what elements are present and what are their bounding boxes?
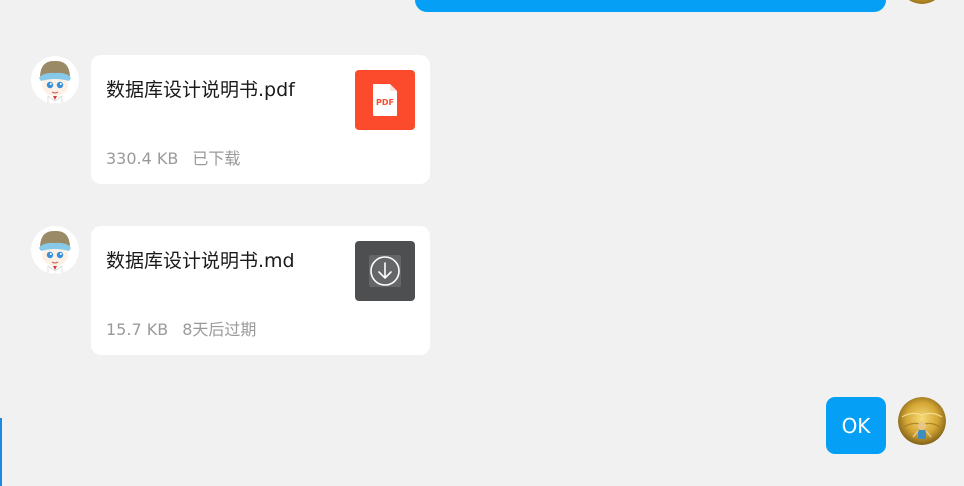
file-name: 数据库设计说明书.md — [106, 250, 295, 272]
file-message-card[interactable]: 数据库设计说明书.pdf 330.4 KB 已下载 PDF — [91, 55, 430, 184]
window-edge-accent — [0, 418, 2, 486]
file-meta: 15.7 KB 8天后过期 — [106, 316, 256, 340]
pdf-file-icon[interactable]: PDF — [355, 70, 415, 130]
file-status: 8天后过期 — [182, 320, 257, 339]
message-text: OK — [841, 413, 871, 438]
file-meta: 330.4 KB 已下载 — [106, 145, 240, 169]
sent-message-bubble-partial[interactable] — [415, 0, 886, 12]
file-size: 15.7 KB — [106, 320, 169, 339]
sent-message-bubble[interactable]: OK — [826, 397, 886, 454]
chat-message-area[interactable]: 数据库设计说明书.pdf 330.4 KB 已下载 PDF 数据库设计说明书.m… — [0, 0, 964, 486]
contact-avatar[interactable] — [31, 56, 79, 104]
file-name: 数据库设计说明书.pdf — [106, 79, 295, 101]
download-icon[interactable] — [355, 241, 415, 301]
self-avatar[interactable] — [898, 397, 946, 445]
self-avatar[interactable] — [898, 0, 946, 4]
file-status: 已下载 — [192, 149, 241, 168]
file-message-card[interactable]: 数据库设计说明书.md 15.7 KB 8天后过期 — [91, 226, 430, 355]
file-size: 330.4 KB — [106, 149, 179, 168]
pdf-icon-label: PDF — [376, 98, 394, 107]
contact-avatar[interactable] — [31, 226, 79, 274]
